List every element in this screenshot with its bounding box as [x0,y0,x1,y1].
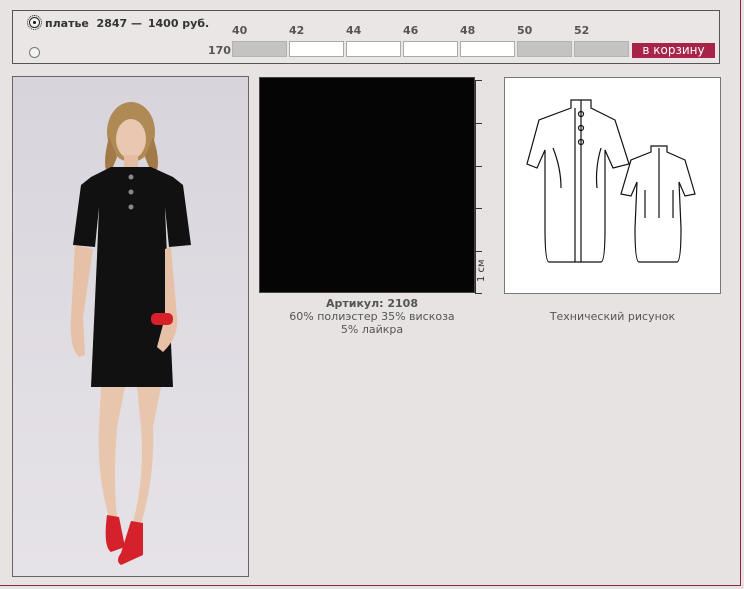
size-box-48[interactable] [460,41,515,57]
technical-drawing [504,77,721,294]
size-box-50 [517,41,572,57]
fabric-info: Артикул: 2108 60% полиэстер 35% вискоза … [259,297,485,336]
model-photo [12,76,249,577]
size-label-52: 52 [574,24,590,37]
size-label-42: 42 [289,24,305,37]
product-title: платье 2847 — 1400 руб. [45,17,209,30]
size-box-46[interactable] [403,41,458,57]
ruler-tick [475,123,482,124]
size-box-40 [232,41,287,57]
model-photo-illustration [70,102,191,565]
size-label-48: 48 [460,24,476,37]
ruler-tick [475,80,482,81]
size-box-52 [574,41,629,57]
fabric-composition-line1: 60% полиэстер 35% вискоза [289,310,455,323]
product-model: 2847 [96,17,128,30]
size-label-44: 44 [346,24,362,37]
ruler-tick [475,293,482,294]
product-radio-option[interactable] [29,47,40,58]
fabric-swatch [259,77,475,293]
ruler-tick [475,251,482,252]
price-dash: — [131,17,143,30]
fabric-article: Артикул: 2108 [325,297,418,310]
product-radio-selected[interactable] [27,15,42,30]
ruler-tick [475,166,482,167]
size-selector-panel: платье 2847 — 1400 руб. 40 42 44 46 48 5… [12,10,720,64]
ruler-tick [475,208,482,209]
technical-drawing-sketch [526,99,696,263]
product-name: платье [45,17,89,30]
size-label-50: 50 [517,24,533,37]
ruler-label: 1 см [476,259,487,282]
technical-drawing-caption: Технический рисунок [549,310,676,323]
size-box-44[interactable] [346,41,401,57]
size-label-46: 46 [403,24,419,37]
height-label: 170 [208,44,231,57]
product-price: 1400 руб. [147,17,210,30]
size-label-40: 40 [232,24,248,37]
fabric-composition-line2: 5% лайкра [340,323,404,336]
size-box-42[interactable] [289,41,344,57]
add-to-cart-button[interactable]: в корзину [632,43,715,58]
